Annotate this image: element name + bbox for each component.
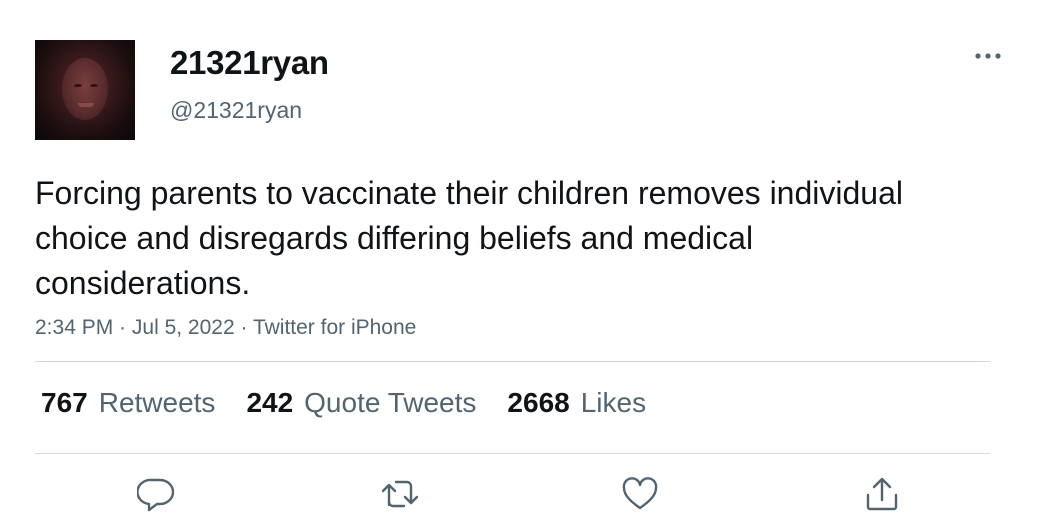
- reply-button[interactable]: [136, 474, 176, 514]
- avatar-face: [62, 58, 108, 120]
- meta-separator: ·: [113, 316, 132, 339]
- more-horizontal-icon: [975, 53, 1001, 59]
- display-name[interactable]: 21321ryan: [170, 44, 329, 82]
- divider: [35, 453, 990, 454]
- meta-separator: ·: [234, 316, 253, 339]
- tweet-source[interactable]: Twitter for iPhone: [253, 316, 416, 339]
- share-icon: [866, 477, 898, 511]
- retweet-icon: [381, 480, 419, 508]
- tweet-date[interactable]: Jul 5, 2022: [132, 316, 235, 339]
- likes-count: 2668: [507, 387, 570, 418]
- likes-label: Likes: [580, 387, 647, 418]
- more-options-button[interactable]: [970, 42, 1006, 70]
- reply-icon: [137, 478, 175, 512]
- retweet-button[interactable]: [380, 474, 420, 514]
- quote-tweets-count: 242: [246, 387, 294, 418]
- quote-tweets-stat[interactable]: 242 Quote Tweets: [246, 387, 476, 419]
- like-button[interactable]: [620, 474, 660, 514]
- divider: [35, 361, 990, 362]
- retweets-label: Retweets: [98, 387, 216, 418]
- user-handle[interactable]: @21321ryan: [170, 97, 302, 124]
- retweets-stat[interactable]: 767 Retweets: [41, 387, 215, 419]
- retweets-count: 767: [41, 387, 88, 418]
- avatar-eye-left: [74, 84, 82, 87]
- avatar[interactable]: [35, 40, 135, 140]
- likes-stat[interactable]: 2668 Likes: [507, 387, 646, 419]
- heart-icon: [622, 477, 658, 510]
- tweet-time[interactable]: 2:34 PM: [35, 316, 113, 339]
- quote-tweets-label: Quote Tweets: [304, 387, 477, 418]
- share-button[interactable]: [862, 474, 902, 514]
- tweet-text: Forcing parents to vaccinate their child…: [35, 175, 903, 301]
- avatar-mouth: [78, 103, 94, 107]
- tweet-stats: 767 Retweets 242 Quote Tweets 2668 Likes: [41, 387, 677, 419]
- avatar-eye-right: [90, 84, 98, 87]
- tweet-metadata: 2:34 PM · Jul 5, 2022 · Twitter for iPho…: [35, 316, 416, 340]
